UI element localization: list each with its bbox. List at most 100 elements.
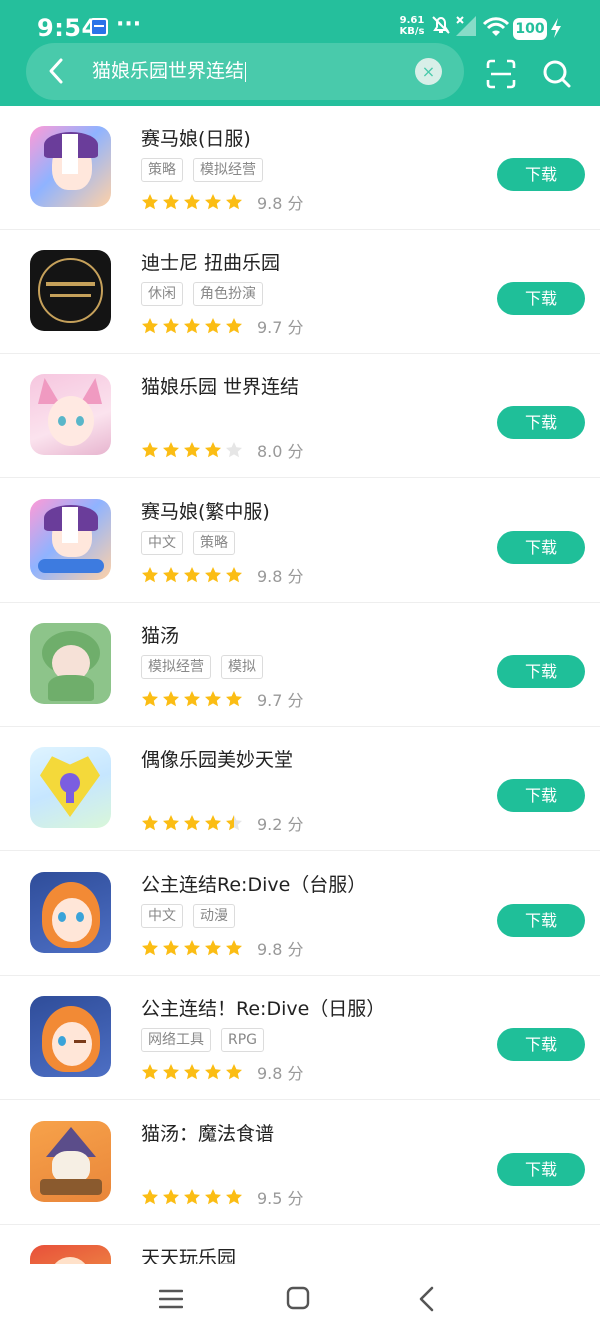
star-icon: [205, 442, 221, 458]
star-icon: [226, 1189, 242, 1205]
download-button[interactable]: 下载: [497, 531, 585, 564]
result-row[interactable]: 赛马娘(日服) 策略 模拟经营 9.8 分 下载: [0, 106, 600, 230]
tag[interactable]: 休闲: [141, 282, 183, 306]
menu-icon[interactable]: [159, 1288, 183, 1310]
star-icon: [142, 940, 158, 956]
result-row[interactable]: 猫娘乐园 世界连结 8.0 分 下载: [0, 354, 600, 478]
result-row[interactable]: 猫汤：魔法食谱 9.5 分 下载: [0, 1101, 600, 1225]
star-icon: [184, 1064, 200, 1080]
search-input[interactable]: 猫娘乐园世界连结: [92, 56, 247, 86]
star-icon: [163, 194, 179, 210]
star-icon: [184, 940, 200, 956]
tag[interactable]: 网络工具: [141, 1028, 211, 1052]
tag-list: 休闲 角色扮演: [141, 282, 273, 306]
app-icon-neko-atsume[interactable]: [30, 623, 111, 704]
star-icon: [163, 1189, 179, 1205]
tag[interactable]: 模拟: [221, 655, 263, 679]
star-icon: [205, 567, 221, 583]
star-rating: [141, 441, 243, 459]
result-row[interactable]: 天天玩乐园: [0, 1225, 600, 1264]
tag[interactable]: RPG: [221, 1028, 265, 1052]
app-name[interactable]: 猫汤：魔法食谱: [141, 1119, 274, 1146]
download-button[interactable]: 下载: [497, 406, 585, 439]
tag[interactable]: 中文: [141, 531, 183, 555]
rating-score: 9.5 分: [257, 1189, 304, 1208]
back-icon[interactable]: [417, 1286, 437, 1312]
download-button[interactable]: 下载: [497, 282, 585, 315]
star-icon: [205, 1064, 221, 1080]
search-icon[interactable]: [541, 58, 573, 90]
back-arrow-icon[interactable]: [40, 54, 74, 88]
app-icon-idol-paradise[interactable]: [30, 747, 111, 828]
scan-icon[interactable]: [485, 58, 517, 90]
tag[interactable]: 策略: [193, 531, 235, 555]
clear-icon[interactable]: ×: [415, 58, 442, 85]
tag[interactable]: 中文: [141, 904, 183, 928]
star-icon: [163, 442, 179, 458]
status-bar: 9:54 ··· 9.61 KB/s 100: [0, 0, 600, 48]
tag[interactable]: 策略: [141, 158, 183, 182]
mute-bell-icon: [432, 16, 450, 34]
calendar-notification-icon: [90, 18, 108, 36]
tag-list: 模拟经营 模拟: [141, 655, 273, 679]
tag[interactable]: 动漫: [193, 904, 235, 928]
system-nav-bar: [0, 1264, 600, 1333]
tag[interactable]: 模拟经营: [193, 158, 263, 182]
app-icon-neko-atsume-recipe[interactable]: [30, 1121, 111, 1202]
star-rating: [141, 690, 243, 708]
app-icon-princess-connect-jp[interactable]: [30, 996, 111, 1077]
download-button[interactable]: 下载: [497, 779, 585, 812]
tag[interactable]: 角色扮演: [193, 282, 263, 306]
rating-score: 9.8 分: [257, 194, 304, 213]
app-icon-princess-connect-tw[interactable]: [30, 872, 111, 953]
result-row[interactable]: 猫汤 模拟经营 模拟 9.7 分 下载: [0, 603, 600, 727]
star-icon: [205, 318, 221, 334]
result-row[interactable]: 偶像乐园美妙天堂 9.2 分 下载: [0, 727, 600, 851]
download-button[interactable]: 下载: [497, 1028, 585, 1061]
app-name[interactable]: 猫汤: [141, 621, 179, 648]
rating-score: 9.7 分: [257, 318, 304, 337]
star-icon: [142, 815, 158, 831]
rating: 9.2 分: [141, 811, 304, 835]
star-icon: [142, 442, 158, 458]
download-button[interactable]: 下载: [497, 158, 585, 191]
app-name[interactable]: 迪士尼 扭曲乐园: [141, 248, 280, 275]
tag-list: 中文 动漫: [141, 904, 245, 928]
app-name[interactable]: 公主连结Re:Dive（台服）: [141, 870, 366, 897]
star-icon: [163, 691, 179, 707]
rating: 9.7 分: [141, 314, 304, 338]
star-icon: [205, 1189, 221, 1205]
app-icon-uma-musume[interactable]: [30, 126, 111, 207]
star-icon: [205, 691, 221, 707]
app-icon-uma-musume-tw[interactable]: [30, 499, 111, 580]
app-name[interactable]: 偶像乐园美妙天堂: [141, 745, 293, 772]
rating: 9.7 分: [141, 687, 304, 711]
star-icon: [205, 194, 221, 210]
result-row[interactable]: 赛马娘(繁中服) 中文 策略 9.8 分 下载: [0, 479, 600, 603]
tag[interactable]: 模拟经营: [141, 655, 211, 679]
app-name[interactable]: 公主连结！Re:Dive（日服）: [141, 994, 385, 1021]
download-button[interactable]: 下载: [497, 904, 585, 937]
app-name[interactable]: 天天玩乐园: [141, 1243, 236, 1264]
app-name[interactable]: 猫娘乐园 世界连结: [141, 372, 299, 399]
app-icon-nekopara[interactable]: [30, 374, 111, 455]
app-icon-twisted-wonderland[interactable]: [30, 250, 111, 331]
download-button[interactable]: 下载: [497, 1153, 585, 1186]
download-button[interactable]: 下载: [497, 655, 585, 688]
result-row[interactable]: 公主连结Re:Dive（台服） 中文 动漫 9.8 分 下载: [0, 852, 600, 976]
top-bar: 9:54 ··· 9.61 KB/s 100 猫娘乐园世界连结 ×: [0, 0, 600, 106]
app-name[interactable]: 赛马娘(日服): [141, 124, 251, 151]
app-icon-tiantian-paradise[interactable]: [30, 1245, 111, 1264]
speed-value: 9.61: [399, 15, 425, 26]
star-icon: [226, 442, 242, 458]
result-row[interactable]: 公主连结！Re:Dive（日服） 网络工具 RPG 9.8 分 下载: [0, 976, 600, 1100]
star-icon: [226, 815, 242, 831]
result-row[interactable]: 迪士尼 扭曲乐园 休闲 角色扮演 9.7 分 下载: [0, 230, 600, 354]
star-icon: [226, 194, 242, 210]
star-rating: [141, 1063, 243, 1081]
star-rating: [141, 814, 243, 832]
home-icon[interactable]: [286, 1286, 310, 1310]
app-name[interactable]: 赛马娘(繁中服): [141, 497, 270, 524]
wifi-icon: [482, 17, 510, 36]
star-icon: [184, 815, 200, 831]
